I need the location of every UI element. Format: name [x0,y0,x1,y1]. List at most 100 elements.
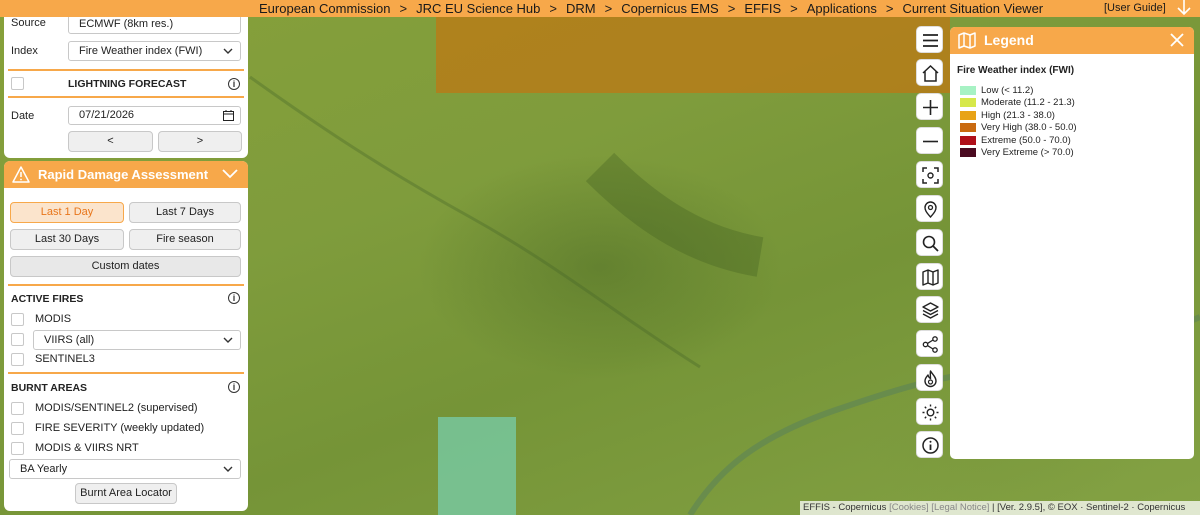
legend-item: Low (< 11.2) [960,84,1033,96]
legend-swatch [960,123,976,132]
breadcrumb: European Commission > JRC EU Science Hub >… [259,1,1043,16]
chevron-down-icon[interactable] [222,169,238,179]
brightness-button[interactable] [916,398,943,425]
breadcrumb-separator: > [549,1,557,16]
period-last-30-days-button[interactable]: Last 30 Days [10,229,124,250]
breadcrumb-item[interactable]: DRM [566,1,596,16]
next-date-button[interactable]: > [158,131,242,152]
locate-button[interactable] [916,195,943,222]
divider [8,69,244,71]
flame-icon [924,370,937,388]
map-attribution: EFFIS - Copernicus [Cookies] [Legal Noti… [800,501,1200,515]
fullscreen-button[interactable] [916,161,943,188]
calendar-icon[interactable] [223,110,234,121]
divider [8,96,244,98]
zoom-in-button[interactable] [916,93,943,120]
fire-severity-label: FIRE SEVERITY (weekly updated) [35,422,205,434]
modis-viirs-nrt-checkbox[interactable] [11,442,24,455]
info-icon[interactable]: i [228,381,240,393]
viirs-checkbox[interactable] [11,333,24,346]
layers-button[interactable] [916,296,943,323]
breadcrumb-item[interactable]: JRC EU Science Hub [416,1,540,16]
share-icon [922,336,938,353]
sentinel3-checkbox[interactable] [11,353,24,366]
home-button[interactable] [916,59,943,86]
modis-checkbox[interactable] [11,313,24,326]
prev-date-button[interactable]: < [68,131,153,152]
legend-label: Very Extreme (> 70.0) [981,147,1074,158]
date-value: 07/21/2026 [79,109,135,121]
breadcrumb-separator: > [790,1,798,16]
divider [8,372,244,374]
breadcrumb-separator: > [604,1,613,16]
info-icon [922,437,939,454]
menu-button[interactable] [916,26,943,53]
custom-dates-button[interactable]: Custom dates [10,256,241,277]
breadcrumb-item[interactable]: Applications [807,1,877,16]
burnt-area-label: MODIS/SENTINEL2 (supervised) [35,402,198,414]
rda-header[interactable]: Rapid Damage Assessment [4,161,248,188]
burnt-area-locator-button[interactable]: Burnt Area Locator [75,483,177,504]
legend-label: Extreme (50.0 - 70.0) [981,134,1071,146]
info-icon[interactable]: i [228,292,240,304]
legal-notice-link[interactable]: [Legal Notice] [929,502,989,513]
viirs-select-value: VIIRS (all) [44,334,95,346]
layers-icon [922,302,939,319]
period-last-1-day-button[interactable]: Last 1 Day [10,202,124,223]
sentinel3-label: SENTINEL3 [35,353,95,365]
period-fire-season-button[interactable]: Fire season [129,229,241,250]
home-icon [922,64,939,82]
legend-panel: Legend Fire Weather index (FWI) Low (< 1… [950,27,1194,459]
about-button[interactable] [916,431,943,458]
fire-severity-checkbox[interactable] [11,422,24,435]
legend-swatch [960,135,976,145]
modis-viirs-nrt-label: MODIS & VIIRS NRT [35,442,139,454]
breadcrumb-separator: > [399,1,408,16]
menu-icon [923,34,938,47]
breadcrumb-item[interactable]: EFFIS [744,1,781,16]
legend-swatch [960,148,976,157]
index-select[interactable]: Fire Weather index (FWI) [68,41,241,61]
legend-label: Very High (38.0 - 50.0) [981,122,1077,133]
breadcrumb-item[interactable]: European Commission [259,1,391,16]
focus-icon [922,167,939,184]
source-select[interactable]: ECMWF (8km res.) [68,14,241,34]
date-label: Date [11,110,35,122]
warning-icon [12,166,30,183]
date-input[interactable]: 07/21/2026 [68,106,241,125]
sun-icon [922,404,939,421]
info-icon[interactable]: i [228,78,240,90]
breadcrumb-item-current[interactable]: Current Situation Viewer [902,1,1043,16]
period-last-7-days-button[interactable]: Last 7 Days [129,202,241,223]
arrow-down-icon[interactable] [1176,0,1192,17]
legend-label: High (21.3 - 38.0) [981,109,1055,121]
viirs-select[interactable]: VIIRS (all) [33,330,241,350]
index-select-value: Fire Weather index (FWI) [79,45,203,57]
map-icon [958,32,976,49]
search-button[interactable] [916,229,943,256]
cookies-link[interactable]: [Cookies] [889,502,929,513]
legend-item: Very Extreme (> 70.0) [960,147,1074,159]
fire-button[interactable] [916,364,943,391]
zoom-out-button[interactable] [916,127,943,154]
ba-select[interactable]: BA Yearly [9,459,241,479]
lightning-checkbox[interactable] [11,77,24,90]
minus-icon [923,140,938,143]
burnt-areas-title: BURNT AREAS [11,382,88,394]
breadcrumb-separator: > [727,1,736,16]
breadcrumb-item[interactable]: Copernicus EMS [621,1,719,16]
divider [8,284,244,286]
rda-title: Rapid Damage Assessment [38,167,209,182]
close-icon[interactable] [1170,33,1184,47]
legend-item: High (21.3 - 38.0) [960,109,1055,121]
burnt-area-checkbox[interactable] [11,402,24,415]
attribution-text: EFFIS - Copernicus [803,502,890,513]
modis-label: MODIS [35,313,72,325]
basemap-button[interactable] [916,263,943,290]
legend-label: Moderate (11.2 - 21.3) [981,97,1075,108]
forecast-panel: Source ECMWF (8km res.) Index Fire Weath… [4,14,248,158]
share-button[interactable] [916,330,943,357]
search-icon [922,235,939,252]
user-guide-link[interactable]: [User Guide] [1104,2,1166,14]
legend-label: Low (< 11.2) [981,84,1034,96]
